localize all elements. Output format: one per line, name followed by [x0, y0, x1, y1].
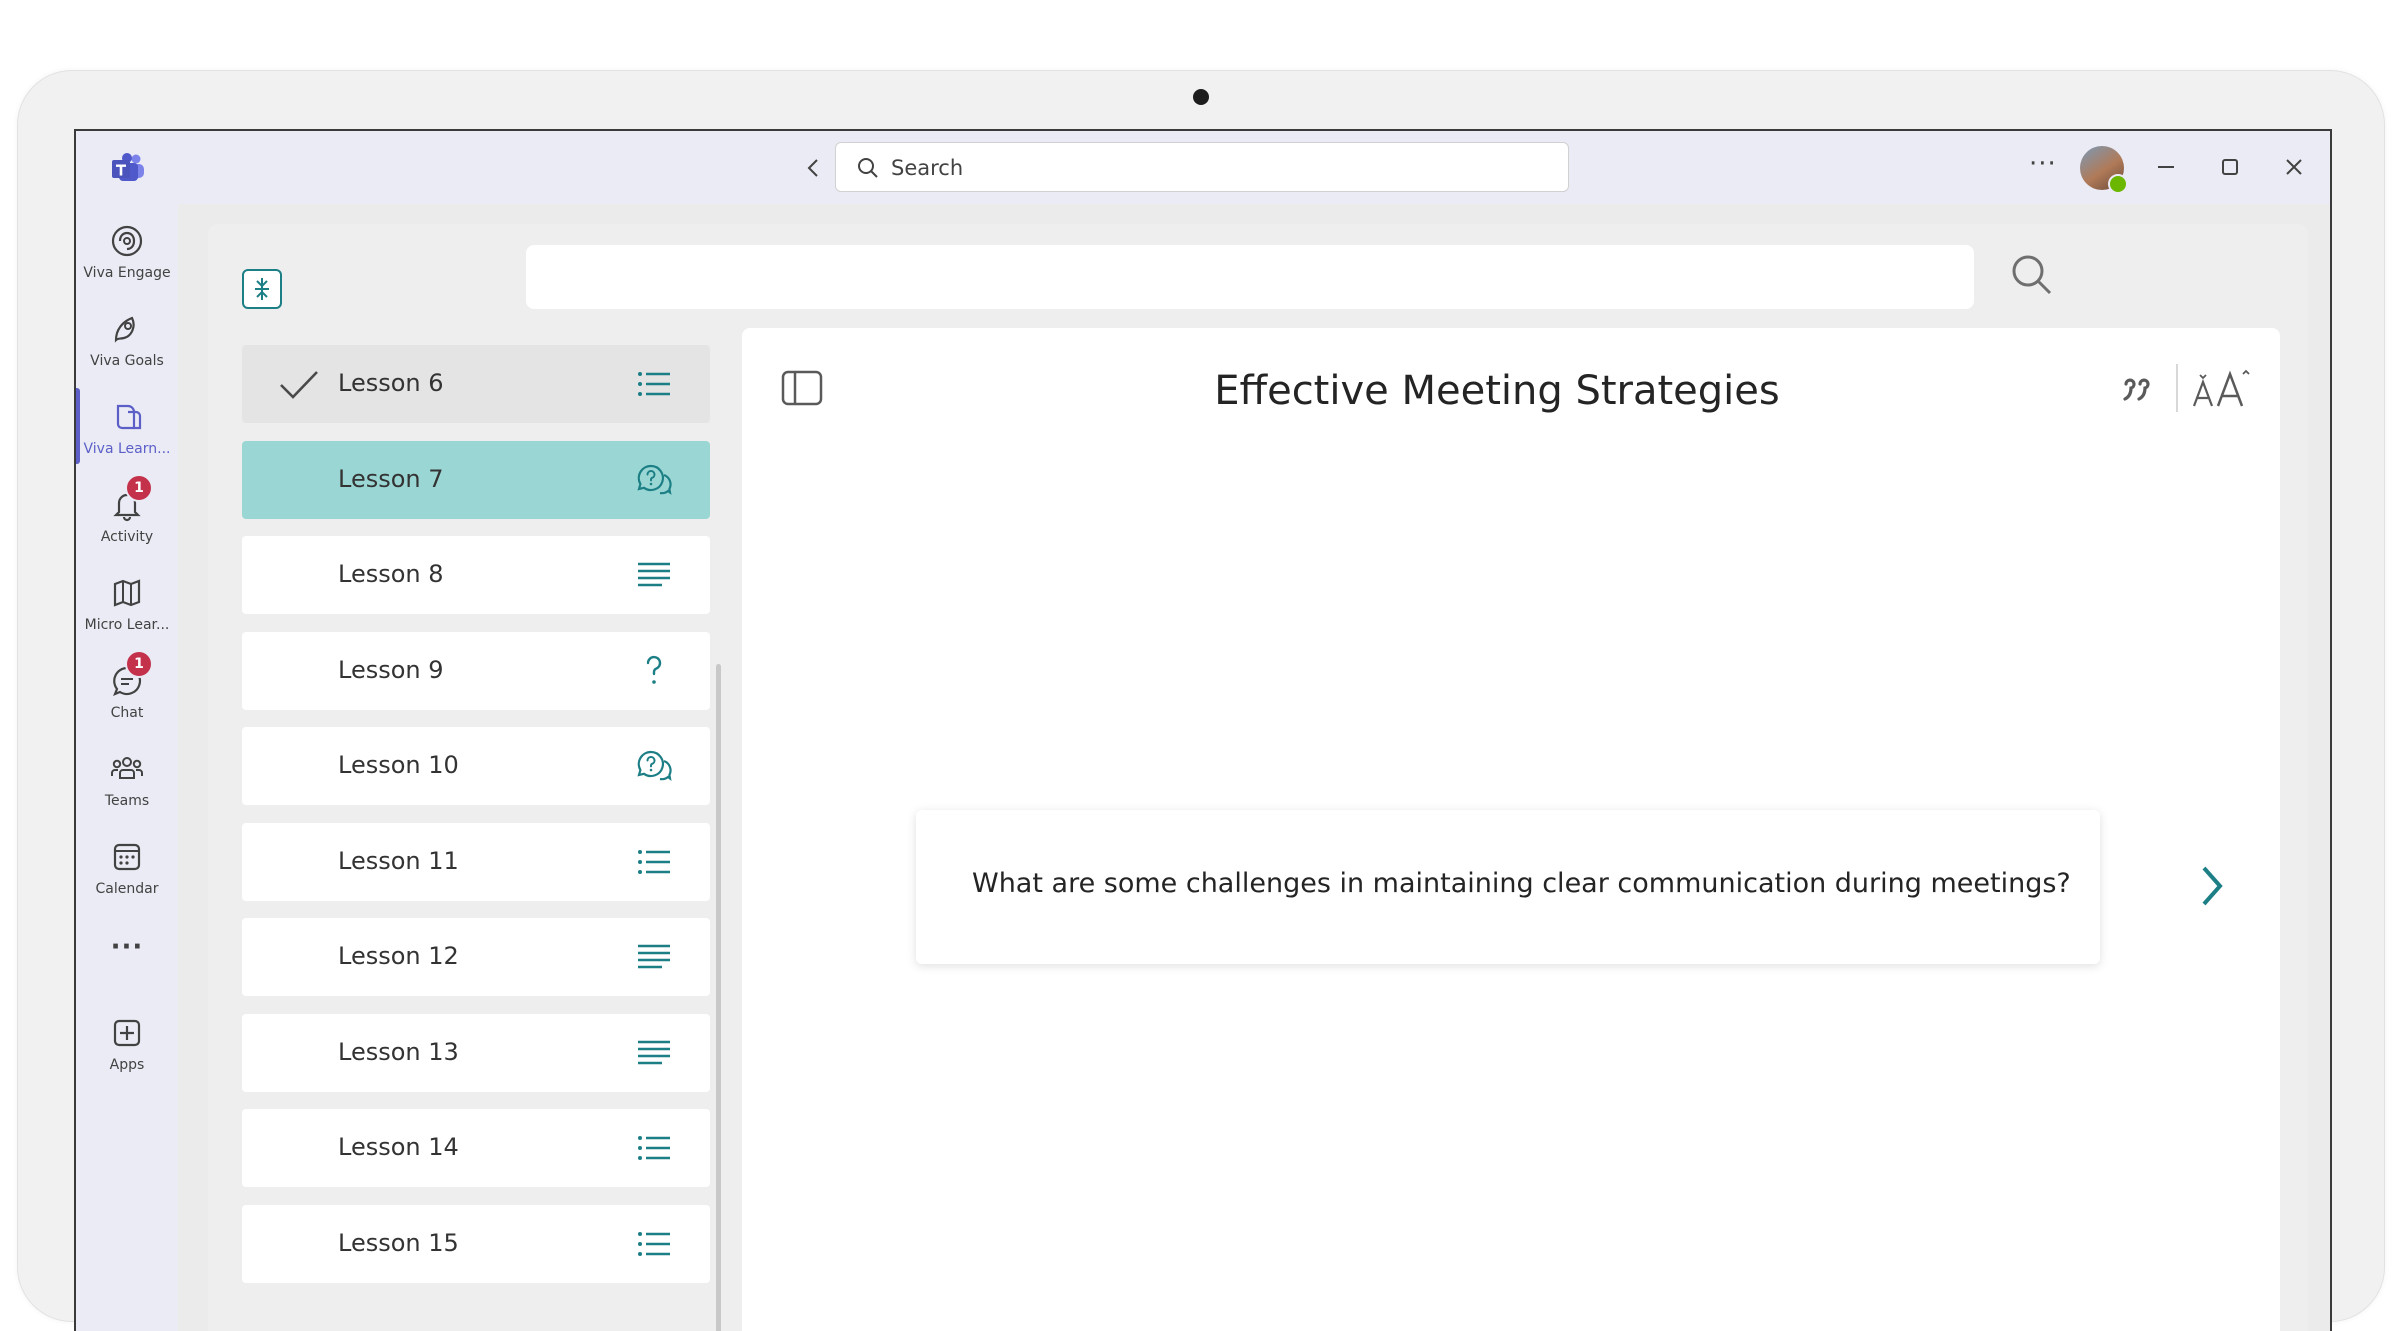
- list-bullets-icon: [638, 849, 670, 874]
- question-mark-icon: [646, 655, 662, 684]
- lesson-item[interactable]: Lesson 7: [242, 440, 710, 519]
- lesson-item[interactable]: Lesson 8: [242, 536, 710, 614]
- book-icon: [113, 579, 141, 607]
- lesson-label: Lesson 6: [338, 369, 444, 397]
- close-icon[interactable]: [2276, 149, 2312, 185]
- more-options-button[interactable]: ···: [2029, 149, 2057, 179]
- lesson-item[interactable]: Lesson 13: [242, 1013, 710, 1092]
- lesson-type-indicator: [636, 1036, 672, 1070]
- rail-item-activity[interactable]: Activity 1: [76, 474, 178, 566]
- rail-item-viva-learning[interactable]: Viva Learn...: [76, 398, 178, 478]
- teams-people-icon: [111, 757, 143, 779]
- rail-item-viva-goals[interactable]: Viva Goals: [76, 310, 178, 390]
- title-bar: Search ···: [76, 131, 2330, 204]
- minimize-icon[interactable]: [2148, 149, 2184, 185]
- lesson-type-indicator: [636, 940, 672, 974]
- question-card: What are some challenges in maintaining …: [916, 810, 2100, 964]
- lesson-item[interactable]: Lesson 15: [242, 1204, 710, 1283]
- more-apps-button[interactable]: ···: [76, 932, 178, 972]
- rail-label: Micro Lear...: [84, 617, 170, 633]
- lesson-label: Lesson 13: [338, 1037, 459, 1066]
- search-icon[interactable]: [2008, 251, 2056, 299]
- rail-label: Viva Learn...: [83, 441, 171, 457]
- text-lines-icon: [638, 944, 670, 969]
- camera-dot: [1193, 89, 1209, 105]
- calendar-icon: [113, 843, 141, 871]
- search-placeholder: Search: [891, 156, 964, 180]
- rail-item-calendar[interactable]: Calendar: [76, 838, 178, 918]
- rail-item-teams[interactable]: Teams: [76, 750, 178, 830]
- app-rail: Viva Engage Viva Goals Viva Learn... Act…: [76, 204, 178, 1331]
- next-question-chevron-icon[interactable]: [2196, 862, 2228, 910]
- text-lines-icon: [638, 562, 670, 587]
- rail-item-chat[interactable]: Chat 1: [76, 650, 178, 742]
- rail-label: Viva Engage: [83, 265, 171, 281]
- rail-item-micro-learning[interactable]: Micro Lear...: [76, 574, 178, 654]
- lesson-type-indicator: [636, 1131, 672, 1165]
- presence-available-icon: [2108, 174, 2128, 194]
- list-bullets-icon: [638, 1231, 670, 1256]
- lesson-title: Effective Meeting Strategies: [1214, 368, 1780, 414]
- add-apps-icon: [113, 1019, 141, 1047]
- lesson-content-panel: Effective Meeting Strategies What are so…: [742, 328, 2280, 1331]
- question-text: What are some challenges in maintaining …: [972, 868, 2071, 899]
- lesson-label: Lesson 9: [338, 655, 444, 684]
- lesson-item[interactable]: Lesson 12: [242, 918, 710, 996]
- lesson-label: Lesson 10: [338, 751, 459, 779]
- activity-badge: 1: [125, 474, 153, 502]
- collapse-arrows-icon: [255, 278, 269, 300]
- rail-label: Teams: [104, 793, 150, 809]
- lesson-type-indicator: [636, 749, 672, 783]
- collapse-panel-button[interactable]: [242, 269, 282, 309]
- lesson-item[interactable]: Lesson 9: [242, 631, 710, 710]
- rail-item-apps[interactable]: Apps: [76, 1014, 178, 1094]
- rail-label: Apps: [109, 1057, 145, 1073]
- rail-label: Activity: [100, 529, 154, 545]
- rail-label: Calendar: [95, 881, 159, 897]
- lesson-type-indicator: [636, 463, 672, 497]
- text-lines-icon: [638, 1040, 670, 1064]
- toolbar-divider: [2176, 364, 2178, 412]
- lesson-label: Lesson 11: [338, 846, 459, 875]
- search-icon: [858, 158, 878, 178]
- lesson-type-indicator: [636, 845, 672, 879]
- font-size-icon[interactable]: [2190, 366, 2254, 410]
- lesson-item[interactable]: Lesson 11: [242, 822, 710, 901]
- lesson-label: Lesson 15: [338, 1228, 459, 1257]
- chevron-left-icon: [807, 159, 818, 177]
- lesson-label: Lesson 12: [338, 942, 459, 970]
- lesson-list-scrollbar[interactable]: [716, 664, 721, 1331]
- list-bullets-icon: [638, 372, 670, 396]
- lesson-item[interactable]: Lesson 10: [242, 727, 710, 805]
- chat-badge: 1: [125, 650, 153, 678]
- quote-icon[interactable]: [2118, 370, 2158, 410]
- rail-label: Chat: [110, 705, 144, 721]
- rail-label: Viva Goals: [90, 353, 164, 369]
- back-button[interactable]: [799, 153, 829, 183]
- search-box[interactable]: Search: [835, 142, 1569, 192]
- discussion-icon: [637, 750, 672, 782]
- lesson-search-input[interactable]: [526, 245, 1974, 309]
- viva-learning-icon: [116, 404, 142, 430]
- lesson-type-indicator: [636, 558, 672, 592]
- lesson-label: Lesson 8: [338, 560, 444, 588]
- list-bullets-icon: [638, 1136, 670, 1160]
- lesson-item[interactable]: Lesson 6: [242, 345, 710, 423]
- checkmark-icon: [280, 371, 318, 399]
- teams-logo-icon: [112, 153, 144, 181]
- lesson-label: Lesson 14: [338, 1133, 459, 1161]
- lesson-label: Lesson 7: [338, 464, 444, 493]
- lesson-item[interactable]: Lesson 14: [242, 1109, 710, 1187]
- viva-learning-app: Lesson 6 Lesson 7 Lesson 8 Lesson 9 Lesson 1…: [208, 224, 2308, 1331]
- lesson-type-indicator: [636, 654, 672, 688]
- lesson-type-indicator: [636, 367, 672, 401]
- discussion-icon: [637, 464, 672, 495]
- maximize-icon[interactable]: [2212, 149, 2248, 185]
- lesson-type-indicator: [636, 1227, 672, 1261]
- teams-window: Search ··· Viva Engage Viva Goals Viva L…: [74, 129, 2332, 1331]
- rail-item-viva-engage[interactable]: Viva Engage: [76, 222, 178, 302]
- viva-goals-icon: [114, 316, 135, 343]
- viva-engage-icon: [111, 225, 143, 257]
